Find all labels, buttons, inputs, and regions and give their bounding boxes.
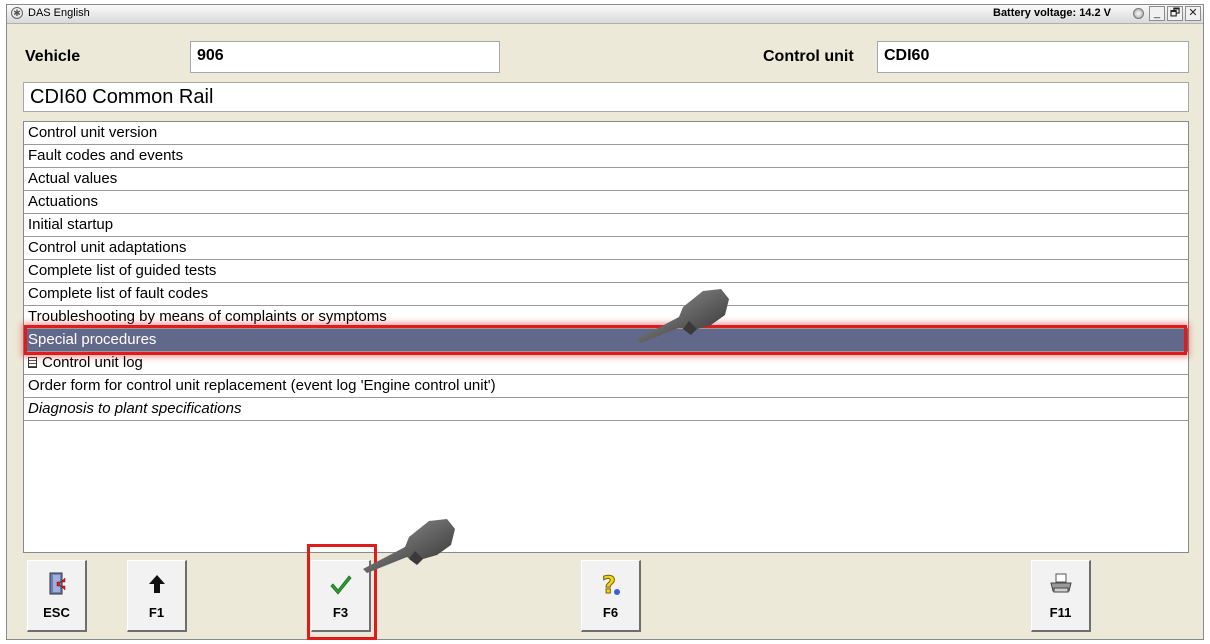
menu-item-initial-startup[interactable]: Initial startup [24,214,1188,237]
svg-text:?: ? [602,571,616,599]
das-window: ✱ DAS English Battery voltage: 14.2 V _ … [6,4,1204,640]
control-unit-label: Control unit [763,48,854,65]
menu-item-fault-codes[interactable]: Fault codes and events [24,145,1188,168]
pointing-hand-icon [363,519,455,573]
menu-item-actual-values[interactable]: Actual values [24,168,1188,191]
document-icon [28,357,37,368]
f6-label: F6 [602,605,619,620]
minimize-button[interactable]: _ [1149,6,1165,21]
menu-item-adaptations[interactable]: Control unit adaptations [24,237,1188,260]
f6-button[interactable]: ? F6 [581,560,641,632]
menu-item-plant-diagnosis[interactable]: Diagnosis to plant specifications [24,398,1188,421]
f11-label: F11 [1049,605,1072,620]
menu-item-control-unit-version[interactable]: Control unit version [24,122,1188,145]
up-arrow-icon [128,571,185,597]
selection-highlight-box [24,325,1187,355]
title-bar[interactable]: ✱ DAS English Battery voltage: 14.2 V _ … [7,5,1203,24]
esc-button[interactable]: ESC [27,560,87,632]
printer-icon [1032,571,1089,597]
battery-status-icon [1133,8,1144,19]
vehicle-label: Vehicle [25,48,81,65]
menu-item-control-unit-log[interactable]: Control unit log [24,352,1188,375]
f11-button[interactable]: F11 [1031,560,1091,632]
help-question-icon: ? [582,571,639,600]
f1-label: F1 [148,605,165,620]
control-unit-field: CDI60 [877,41,1189,73]
menu-item-order-form[interactable]: Order form for control unit replacement … [24,375,1188,398]
mercedes-star-icon: ✱ [11,7,23,19]
page-title: CDI60 Common Rail [23,82,1189,112]
f1-button[interactable]: F1 [127,560,187,632]
menu-item-fault-code-list[interactable]: Complete list of fault codes [24,283,1188,306]
maximize-button[interactable]: 🗗 [1167,6,1183,21]
battery-voltage: Battery voltage: 14.2 V [993,7,1111,19]
window-title: DAS English [28,7,90,19]
vehicle-field: 906 [190,41,500,73]
menu-item-actuations[interactable]: Actuations [24,191,1188,214]
exit-door-icon [28,571,85,597]
close-button[interactable]: ✕ [1185,6,1201,21]
esc-label: ESC [43,605,70,620]
pointing-hand-icon [637,289,729,343]
menu-item-guided-tests[interactable]: Complete list of guided tests [24,260,1188,283]
